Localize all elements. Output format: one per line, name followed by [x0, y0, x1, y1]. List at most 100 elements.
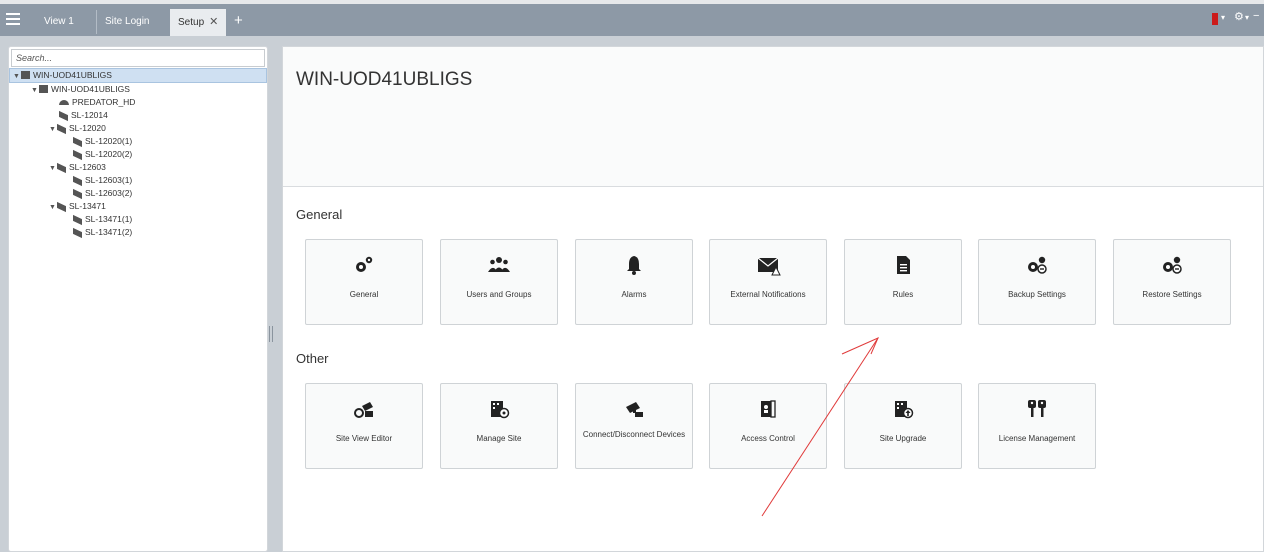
tile-label: External Notifications	[730, 290, 806, 299]
gears-restore-icon	[1163, 256, 1182, 274]
building-upgrade-icon	[895, 401, 914, 419]
manage-site-tile[interactable]: Manage Site	[440, 383, 558, 469]
chevron-down-icon[interactable]: ▾	[1221, 13, 1225, 22]
server-icon	[21, 71, 30, 79]
expand-icon[interactable]: ▼	[49, 201, 57, 214]
tree-node-sl12020-2[interactable]: SL-12020(2)	[9, 148, 267, 161]
tile-label: Restore Settings	[1142, 290, 1202, 299]
tree-node-sl13471[interactable]: ▼ SL-13471	[9, 200, 267, 213]
restore-settings-tile[interactable]: Restore Settings	[1113, 239, 1231, 325]
tree-node-predator[interactable]: PREDATOR_HD	[9, 96, 267, 109]
tree-label: SL-13471(1)	[85, 214, 133, 224]
tile-label: Access Control	[741, 434, 795, 443]
site-upgrade-tile[interactable]: Site Upgrade	[844, 383, 962, 469]
tree-node-sl13471-2[interactable]: SL-13471(2)	[9, 226, 267, 239]
tree-label: WIN-UOD41UBLIGS	[33, 70, 112, 80]
expand-icon[interactable]: ▼	[49, 123, 57, 136]
expand-icon[interactable]: ▼	[13, 70, 21, 83]
camera-icon	[73, 188, 82, 200]
tree-node-sl12020[interactable]: ▼ SL-12020	[9, 122, 267, 135]
tree-label: SL-12020(1)	[85, 136, 133, 146]
server-icon	[39, 85, 48, 93]
camera-icon	[73, 175, 82, 187]
tree-label: SL-13471(2)	[85, 227, 133, 237]
camera-icon	[73, 136, 82, 148]
tree-node-sl12020-1[interactable]: SL-12020(1)	[9, 135, 267, 148]
tile-label: Connect/Disconnect Devices	[582, 430, 686, 439]
section-heading-other: Other	[296, 351, 329, 366]
keys-icon	[1028, 400, 1046, 417]
envelope-warning-icon	[757, 257, 781, 276]
tree-label: SL-13471	[69, 201, 106, 211]
tree-node-sl12603[interactable]: ▼ SL-12603	[9, 161, 267, 174]
tile-label: Users and Groups	[466, 290, 532, 299]
access-door-icon	[761, 400, 776, 418]
tree-node-server[interactable]: ▼ WIN-UOD41UBLIGS	[9, 83, 267, 96]
tile-label: Alarms	[621, 290, 647, 299]
close-icon[interactable]: ✕	[209, 16, 218, 28]
minimize-icon[interactable]: −	[1253, 10, 1259, 22]
gears-backup-icon	[1028, 256, 1047, 274]
bell-icon	[627, 256, 641, 275]
section-heading-general: General	[296, 207, 343, 222]
add-tab-icon[interactable]: +	[234, 12, 243, 30]
tile-label: Rules	[892, 290, 914, 299]
users-and-groups-tile[interactable]: Users and Groups	[440, 239, 558, 325]
camera-icon	[57, 201, 66, 213]
tree-node-sl12603-1[interactable]: SL-12603(1)	[9, 174, 267, 187]
camera-icon	[57, 162, 66, 174]
page-header: WIN-UOD41UBLIGS	[283, 47, 1263, 187]
page-title: WIN-UOD41UBLIGS	[296, 69, 473, 90]
tree-label: PREDATOR_HD	[72, 97, 136, 107]
external-notifications-tile[interactable]: External Notifications	[709, 239, 827, 325]
tile-label: Manage Site	[476, 434, 522, 443]
tab-setup-label: Setup	[178, 17, 205, 28]
alert-flag-icon[interactable]	[1212, 13, 1218, 25]
tab-site-login-label: Site Login	[105, 16, 150, 27]
tree-label: SL-12603	[69, 162, 106, 172]
tree-label: SL-12603(2)	[85, 188, 133, 198]
gear-icon[interactable]: ⚙	[1234, 10, 1244, 23]
expand-icon[interactable]: ▼	[49, 162, 57, 175]
camera-icon	[59, 110, 68, 122]
menu-icon[interactable]	[6, 13, 20, 25]
general-tile[interactable]: General	[305, 239, 423, 325]
camera-icon	[626, 402, 643, 417]
tile-label: Backup Settings	[1008, 290, 1066, 299]
tree-label: SL-12603(1)	[85, 175, 133, 185]
tree-label: SL-12020	[69, 123, 106, 133]
tree-node-sl12603-2[interactable]: SL-12603(2)	[9, 187, 267, 200]
tile-label: General	[349, 290, 379, 299]
tree-node-root[interactable]: ▼ WIN-UOD41UBLIGS	[9, 68, 267, 83]
hard-drive-icon	[59, 100, 69, 105]
tab-view-1-label: View 1	[44, 16, 74, 27]
connect-disconnect-devices-tile[interactable]: Connect/Disconnect Devices	[575, 383, 693, 469]
device-tree: ▼ WIN-UOD41UBLIGS ▼ WIN-UOD41UBLIGS PREDAT…	[9, 68, 267, 239]
tree-label: SL-12014	[71, 110, 108, 120]
title-strip	[0, 0, 1264, 4]
tree-label: WIN-UOD41UBLIGS	[51, 84, 130, 94]
camera-icon	[73, 214, 82, 226]
expand-icon[interactable]: ▼	[31, 84, 39, 97]
users-icon	[488, 257, 510, 272]
backup-settings-tile[interactable]: Backup Settings	[978, 239, 1096, 325]
tab-setup[interactable]: Setup ✕	[170, 9, 227, 36]
rules-tile[interactable]: Rules	[844, 239, 962, 325]
panel-splitter-handle[interactable]	[269, 326, 273, 342]
document-icon	[897, 256, 910, 274]
tree-label: SL-12020(2)	[85, 149, 133, 159]
camera-icon	[57, 123, 66, 135]
search-input[interactable]: Search...	[11, 49, 265, 67]
gear-menu-chevron-icon[interactable]: ▾	[1245, 13, 1249, 22]
tile-label: Site Upgrade	[879, 434, 927, 443]
top-bar: View 1 Site Login Setup ✕ + ▾ ⚙ ▾ −	[0, 0, 1264, 36]
tree-node-sl12014[interactable]: SL-12014	[9, 109, 267, 122]
alarms-tile[interactable]: Alarms	[575, 239, 693, 325]
license-management-tile[interactable]: License Management	[978, 383, 1096, 469]
tab-site-login[interactable]: Site Login	[96, 10, 157, 34]
gears-icon	[356, 256, 373, 272]
site-view-editor-tile[interactable]: Site View Editor	[305, 383, 423, 469]
tab-view-1[interactable]: View 1	[36, 10, 82, 34]
tree-node-sl13471-1[interactable]: SL-13471(1)	[9, 213, 267, 226]
access-control-tile[interactable]: Access Control	[709, 383, 827, 469]
